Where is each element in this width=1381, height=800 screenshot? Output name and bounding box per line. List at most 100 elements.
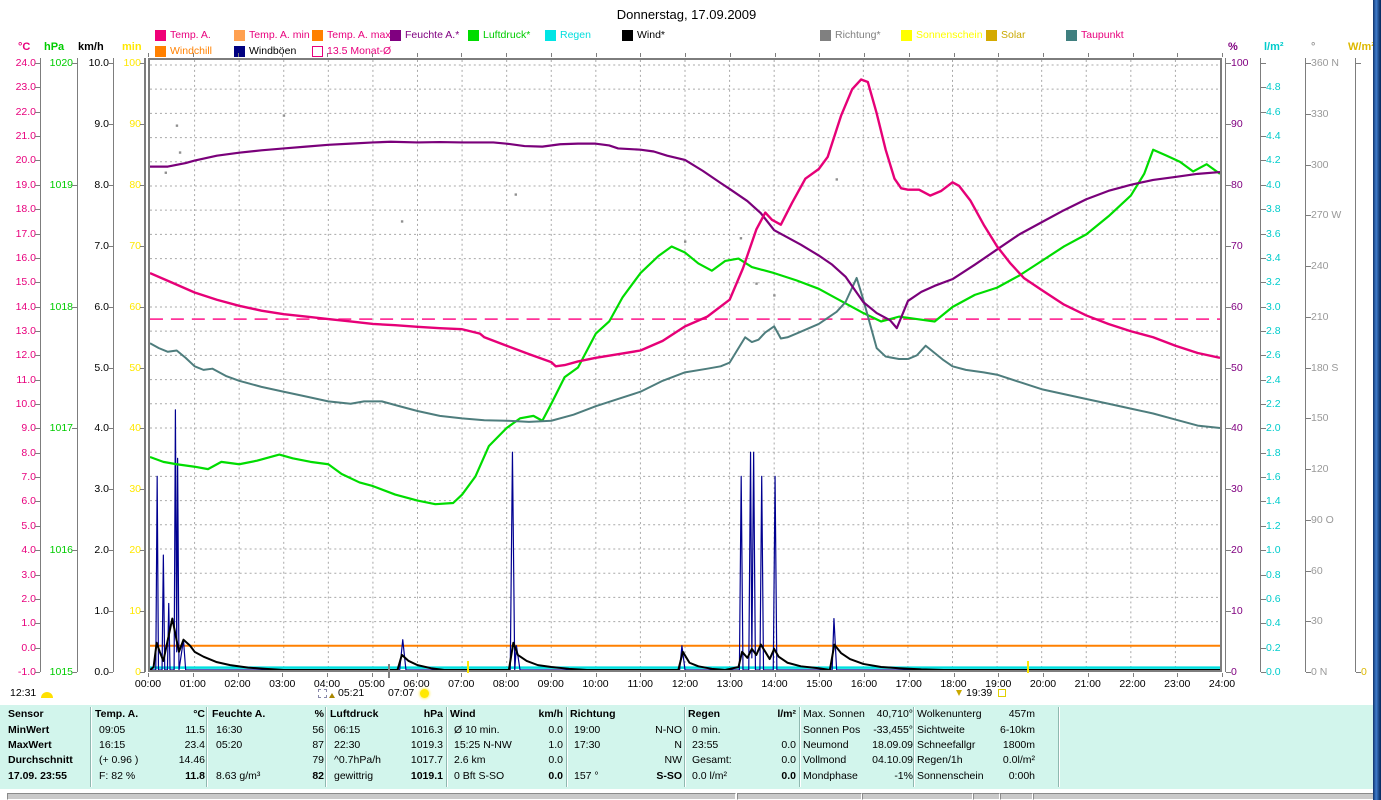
x-axis-tick [685,673,686,677]
x-axis-label: 00:00 [134,678,162,690]
axis-tick-label: 3.4 [1266,251,1281,264]
legend-item-sonnenschein[interactable]: Sonnenschein [901,29,983,41]
axis-tick-label: 10 [129,605,141,618]
axis-tick [35,501,40,503]
axis-tick [1261,87,1266,89]
stats-info-value: 40,710° [876,708,913,720]
axis-tick-label: 0.0 [21,641,36,654]
x-axis-tick [416,673,418,677]
stats-cell-value: 23.4 [184,739,205,751]
stats-cell-value: 0.0 [548,724,563,736]
legend-item-temp-a[interactable]: Temp. A. [155,29,211,41]
legend-label: Wind* [637,28,666,41]
event-tick-0 [388,664,390,678]
x-axis-top-tick [729,53,731,57]
stats-info-value: 18.09.09 [872,739,913,751]
legend-item-luftdruck[interactable]: Luftdruck* [468,29,530,41]
legend-item-solar[interactable]: Solar [986,29,1026,41]
axis-header-min: min [122,41,142,53]
x-axis-top-tick [550,53,552,57]
x-axis-label: 23:00 [1164,678,1191,690]
axis-tick-label: 30 [1311,615,1323,628]
axis-tick-label: 20.0 [15,154,36,167]
windchill-swatch-icon [155,45,166,57]
series-Temp. A. [150,78,1220,368]
stats-cell-label: 0 min. [692,724,721,736]
axis-tick [35,87,40,89]
x-axis-tick [908,673,910,677]
axis-tick-label: 10.0 [15,398,36,411]
legend-item-monat-avg[interactable]: 13.5 Monat-Ø [312,45,391,57]
stats-info-value: 457m [1008,708,1035,720]
legend-item-richtung[interactable]: Richtung* [820,29,881,41]
axis-tick [1226,306,1231,308]
axis-tick-label: 60 [1311,564,1323,577]
x-axis-top-tick [1132,53,1134,57]
stats-cell-value: NW [664,754,683,766]
legend-item-taupunkt[interactable]: Taupunkt [1066,29,1124,41]
axis-tick-label: 70 [1231,239,1243,252]
axis-tick [1261,136,1266,138]
axis-tick-label: 2.4 [1266,373,1281,386]
marker-sunset: 19:39 [956,687,1007,699]
x-axis-tick [640,673,642,677]
legend-label: Feuchte A.* [405,28,460,41]
stats-table: Sensor MinWert MaxWert Durchschnitt 17.09. 2… [0,705,1373,789]
wind-direction-dot [835,178,838,181]
axis-tick-label: 240 [1311,260,1329,272]
stats-column-divider [684,707,686,787]
marker-time-label: 05:21 [338,687,365,699]
legend-item-temp-a-min[interactable]: Temp. A. min [234,29,310,41]
axis-tick [1261,63,1266,64]
axis-tick [35,574,40,576]
x-axis-top-tick [953,53,955,57]
axis-tick [1261,501,1266,503]
plot-left-edge [144,58,145,672]
axis-tick-label: 100 [123,57,141,69]
x-axis-tick [148,673,149,677]
legend-item-feuchte-a[interactable]: Feuchte A.* [390,29,459,41]
axis-tick-label: 3.8 [1266,203,1281,216]
x-axis-tick [998,673,1000,677]
x-axis-tick [595,673,597,677]
legend-item-regen[interactable]: Regen [545,29,591,41]
legend-item-windchill[interactable]: Windchill [155,45,212,57]
stats-cell-value: 0.0 [781,754,796,766]
wind-direction-dot [773,294,776,297]
legend-label: Temp. A. min [249,28,310,41]
x-axis-label: 09:00 [537,678,564,690]
sonnenschein-swatch-icon [901,29,912,41]
axis-tick [1261,623,1266,625]
legend-item-temp-a-max[interactable]: Temp. A. max [312,29,391,41]
axis-tick [35,477,40,479]
axis-tick [1226,63,1231,64]
chart-canvas [150,60,1220,670]
sunset-arrow-icon [956,690,962,696]
legend-item-windboeen[interactable]: Windböen [234,45,296,57]
x-axis-tick [1177,673,1179,677]
axis-tick-label: 2.8 [1266,324,1281,337]
wind-direction-dot [514,193,517,196]
wind-direction-dot [739,237,743,240]
moonrise-arrow-icon [329,692,335,698]
axis-tick-label: 4.2 [1266,154,1281,167]
stats-cell-value: 14.46 [178,754,205,766]
x-axis-label: 15:00 [806,678,833,690]
x-axis-tick [774,673,776,677]
axis-tick [1306,164,1311,166]
axis-tick [1261,330,1266,332]
stats-cell-value: 1.0 [548,739,563,751]
stats-column-divider [206,707,208,787]
axis-header-kmh: km/h [78,41,104,53]
x-axis-top-tick [998,53,1000,57]
axis-tick-label: 18.0 [15,203,36,216]
legend-item-wind[interactable]: Wind* [622,29,665,41]
x-axis-label: 11:00 [627,678,654,690]
x-axis-top-tick [371,53,373,57]
stats-info-value: 04.10.09 [872,754,913,766]
axis-tick-label: 70 [129,239,141,252]
wind-direction-dot [175,124,179,127]
axis-tick-label: 80 [129,178,141,191]
stats-column-divider [90,707,92,787]
axis-tick [1306,215,1311,217]
